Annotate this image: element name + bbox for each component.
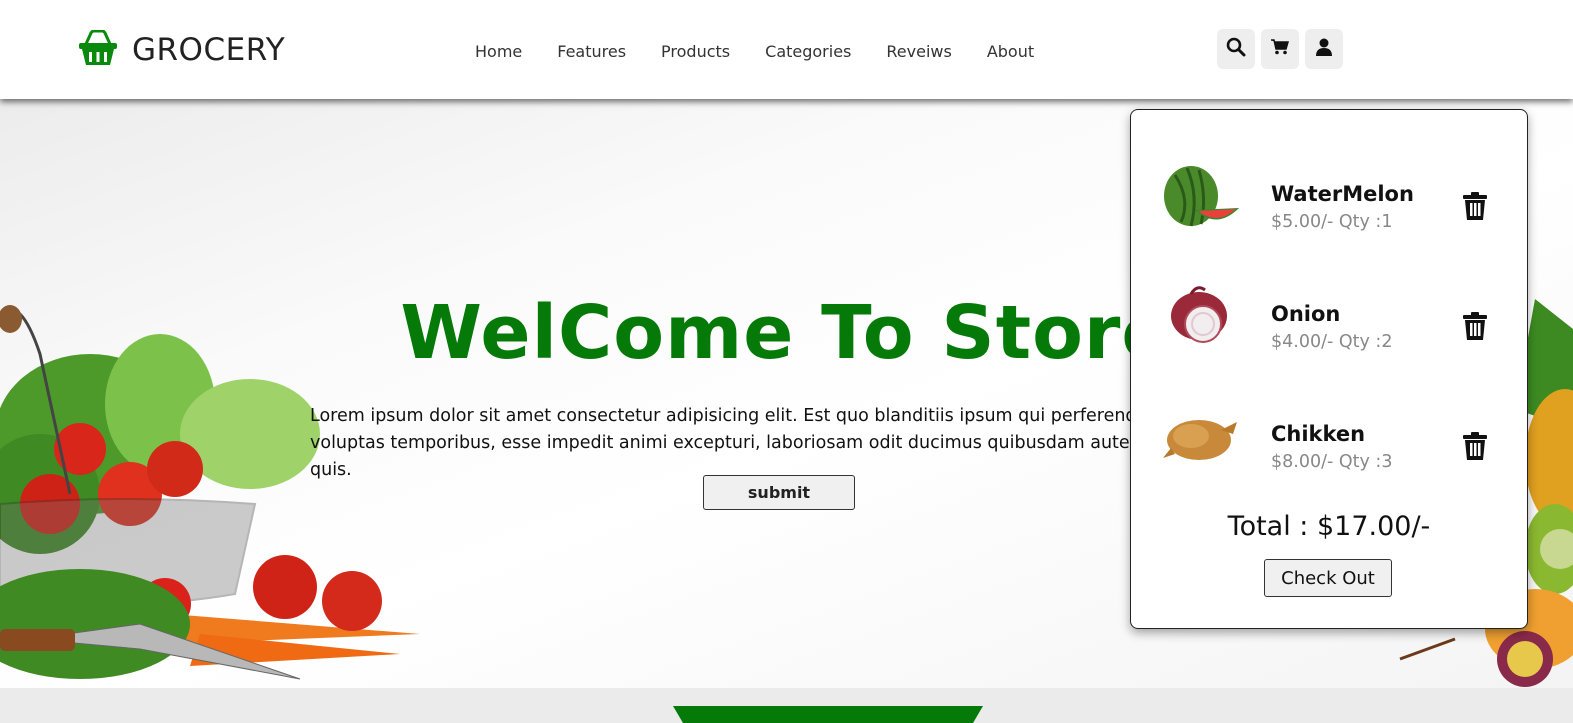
search-button[interactable] — [1217, 29, 1255, 69]
checkout-button[interactable]: Check Out — [1264, 559, 1392, 597]
hero-description: Lorem ipsum dolor sit amet consectetur a… — [310, 406, 1258, 480]
section-heading-banner — [673, 706, 983, 723]
nav-about[interactable]: About — [987, 42, 1034, 61]
cart-icon — [1271, 39, 1289, 59]
watermelon-image — [1161, 160, 1241, 240]
header-icons — [1217, 29, 1343, 69]
cart-item: Chikken $8.00/- Qty :3 — [1161, 400, 1501, 480]
onion-image — [1161, 280, 1241, 360]
trash-icon[interactable] — [1463, 432, 1487, 464]
site-header: GROCERY Home Features Products Categorie… — [0, 0, 1573, 99]
cart-total: Total : $17.00/- — [1227, 511, 1431, 542]
cart-button[interactable] — [1261, 29, 1299, 69]
nav-products[interactable]: Products — [661, 42, 730, 61]
cart-item-name: WaterMelon — [1271, 182, 1414, 206]
cart-item-price: $5.00/- Qty :1 — [1271, 212, 1393, 232]
trash-icon[interactable] — [1463, 312, 1487, 344]
user-icon — [1316, 38, 1332, 60]
search-icon — [1226, 37, 1246, 61]
cart-item: Onion $4.00/- Qty :2 — [1161, 280, 1501, 360]
cart-item: WaterMelon $5.00/- Qty :1 — [1161, 160, 1501, 240]
cart-item-name: Onion — [1271, 302, 1341, 326]
user-button[interactable] — [1305, 29, 1343, 69]
main-nav: Home Features Products Categories Reveiw… — [475, 42, 1034, 61]
chicken-image — [1161, 400, 1241, 480]
nav-categories[interactable]: Categories — [765, 42, 851, 61]
logo[interactable]: GROCERY — [78, 29, 286, 70]
basket-icon — [78, 29, 118, 70]
submit-button[interactable]: submit — [703, 475, 855, 510]
trash-icon[interactable] — [1463, 192, 1487, 224]
cart-item-price: $4.00/- Qty :2 — [1271, 332, 1393, 352]
cart-item-name: Chikken — [1271, 422, 1366, 446]
nav-features[interactable]: Features — [557, 42, 626, 61]
logo-text: GROCERY — [132, 32, 286, 68]
nav-home[interactable]: Home — [475, 42, 522, 61]
shopping-cart-dropdown: WaterMelon $5.00/- Qty :1 Onion $4.00/- … — [1130, 109, 1528, 629]
nav-reviews[interactable]: Reveiws — [886, 42, 951, 61]
cart-item-price: $8.00/- Qty :3 — [1271, 452, 1393, 472]
